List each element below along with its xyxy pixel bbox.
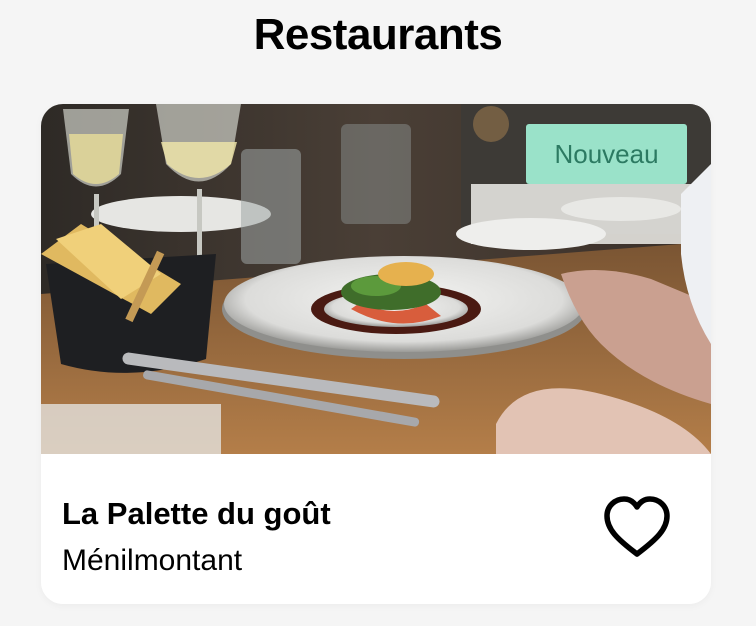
heart-outline-icon <box>604 496 670 557</box>
restaurant-name[interactable]: La Palette du goût <box>62 496 331 532</box>
new-badge: Nouveau <box>526 124 687 184</box>
restaurant-location: Ménilmontant <box>62 544 243 577</box>
restaurant-photo: Nouveau <box>41 104 711 454</box>
card-info: La Palette du goût Ménilmontant <box>41 454 711 604</box>
restaurant-card[interactable]: Nouveau La Palette du goût Ménilmontant <box>41 104 711 604</box>
page-title: Restaurants <box>253 10 503 59</box>
favorite-button[interactable] <box>601 494 673 560</box>
